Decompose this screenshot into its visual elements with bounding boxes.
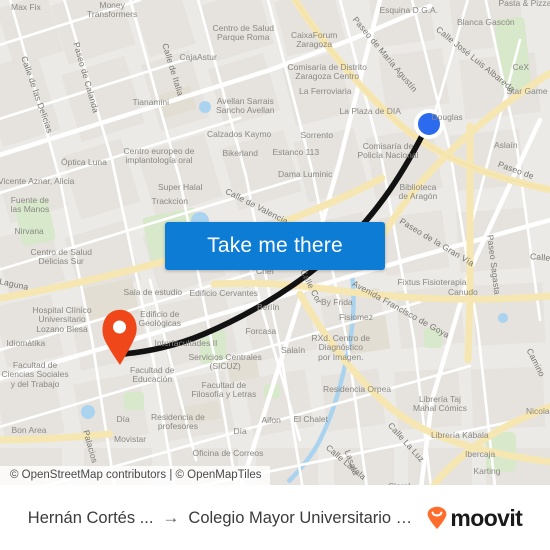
trip-summary-bar: Hernán Cortés ... → Colegio Mayor Univer…: [0, 485, 550, 550]
moovit-pin-icon: [428, 506, 447, 529]
moovit-wordmark: moovit: [450, 504, 523, 531]
take-me-there-button[interactable]: Take me there: [165, 222, 385, 270]
map-canvas[interactable]: Max Fix Money Transformers Centro de Salud P…: [0, 0, 550, 485]
trip-origin-label: Hernán Cortés ...: [27, 508, 154, 527]
moovit-trip-screen: Max Fix Money Transformers Centro de Salud P…: [0, 0, 550, 550]
trip-destination-label: Colegio Mayor Universitario Pedr...: [188, 508, 413, 527]
moovit-logo[interactable]: moovit: [426, 504, 523, 532]
arrow-right-icon: →: [162, 508, 180, 527]
map-attribution[interactable]: © OpenStreetMap contributors | © OpenMap…: [0, 466, 270, 485]
origin-marker[interactable]: [414, 109, 444, 139]
